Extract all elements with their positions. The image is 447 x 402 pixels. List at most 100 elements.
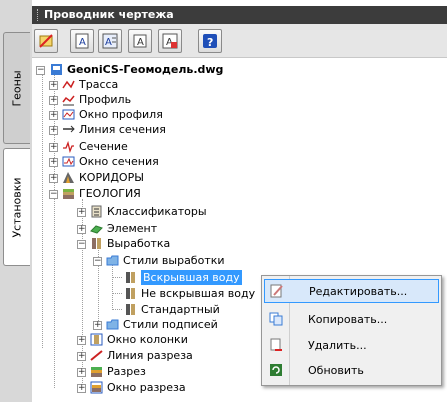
column-window-icon	[90, 333, 103, 346]
expander[interactable]: +	[49, 96, 58, 105]
tree-item-label: Окно колонки	[107, 333, 188, 346]
tab-geony-label: Геоны	[10, 69, 24, 107]
tree-item-klassifikatory[interactable]: Классификаторы	[90, 204, 207, 219]
edit-icon	[270, 284, 283, 298]
text-a-button[interactable]: A	[70, 29, 94, 53]
menu-item-copy[interactable]: Копировать...	[264, 307, 439, 331]
tab-ustanovki-label: Установки	[10, 176, 24, 238]
tree-item-stili-vyrabotki[interactable]: Стили выработки	[106, 253, 225, 268]
tree-item-stili-podpisey[interactable]: Стили подписей	[106, 317, 218, 332]
expander[interactable]: +	[49, 174, 58, 183]
expander[interactable]: +	[77, 384, 86, 393]
section-line-icon	[63, 125, 75, 133]
grip-handle[interactable]	[37, 9, 39, 21]
tree-item-label: Сечение	[79, 140, 128, 153]
tree-item-vskryvshaya[interactable]: Вскрывшая воду	[124, 270, 242, 285]
help-button[interactable]: ?	[198, 29, 222, 53]
styles-folder-icon	[106, 319, 119, 330]
menu-item-edit[interactable]: Редактировать...	[264, 279, 439, 303]
tree-item-vyrabotka[interactable]: Выработка	[90, 236, 170, 251]
tree-item-liniya-razreza[interactable]: Линия разреза	[90, 348, 193, 363]
tree-item-label: Разрез	[107, 365, 146, 378]
element-icon	[90, 225, 103, 234]
route-icon	[62, 80, 75, 89]
tree-root-label: GeoniCS-Геомодель.dwg	[67, 63, 224, 76]
tab-geony[interactable]: Геоны	[3, 32, 30, 144]
section-window-icon	[62, 156, 75, 167]
expander[interactable]: +	[49, 126, 58, 135]
tree-item-geologiya[interactable]: ГЕОЛОГИЯ	[62, 186, 141, 201]
menu-item-refresh-label: Обновить	[308, 363, 364, 377]
svg-text:A: A	[79, 37, 86, 48]
expander[interactable]: +	[77, 225, 86, 234]
menu-item-refresh[interactable]: Обновить	[264, 358, 439, 382]
tree-item-sechenie[interactable]: Сечение	[62, 139, 128, 154]
delete-text-icon	[39, 34, 53, 48]
tree-item-label: Окно профиля	[79, 108, 163, 121]
tree-item-label: Элемент	[107, 222, 158, 235]
context-menu: Редактировать... Копировать... Удалить..…	[261, 275, 442, 386]
corridor-icon	[63, 172, 74, 183]
cross-section-icon	[91, 367, 102, 377]
borehole-style-icon	[126, 304, 135, 315]
expander[interactable]: +	[77, 352, 86, 361]
text-a-outline-icon: A	[133, 34, 147, 48]
tree-item-liniya-secheniya[interactable]: Линия сечения	[62, 122, 166, 137]
tree-item-trassa[interactable]: Трасса	[62, 77, 118, 92]
expander[interactable]: −	[93, 257, 102, 266]
svg-text:?: ?	[207, 36, 213, 49]
expander[interactable]: +	[49, 143, 58, 152]
text-a-red-button[interactable]: A	[158, 29, 182, 53]
profile-window-icon	[62, 109, 75, 120]
expander[interactable]: +	[77, 208, 86, 217]
expander[interactable]: +	[49, 81, 58, 90]
tree-item-label: Выработка	[107, 237, 171, 250]
panel-title-bar[interactable]: Проводник чертежа	[32, 6, 447, 24]
tree-root[interactable]: GeoniCS-Геомодель.dwg	[50, 62, 223, 77]
expander[interactable]: +	[49, 111, 58, 120]
delete-text-button[interactable]	[34, 29, 58, 53]
cross-section-window-icon	[90, 381, 103, 394]
text-a-list-icon: A	[102, 33, 118, 49]
menu-item-delete[interactable]: Удалить...	[264, 333, 439, 357]
expander[interactable]: +	[77, 336, 86, 345]
tree-item-okno-kolonki[interactable]: Окно колонки	[90, 332, 188, 347]
text-a-outline-button[interactable]: A	[128, 29, 152, 53]
borehole-style-icon	[126, 272, 135, 283]
side-tab-strip: Геоны Установки	[0, 0, 32, 402]
tree-item-okno-razreza[interactable]: Окно разреза	[90, 380, 186, 395]
tree-item-label: Трасса	[79, 78, 119, 91]
tab-ustanovki[interactable]: Установки	[3, 148, 30, 266]
tree-item-label: Классификаторы	[107, 205, 207, 218]
tree-item-koridory[interactable]: КОРИДОРЫ	[62, 170, 144, 185]
menu-item-edit-label: Редактировать...	[309, 284, 408, 298]
tree-item-standartnyy[interactable]: Стандартный	[124, 302, 220, 317]
expander[interactable]: −	[36, 66, 45, 75]
text-a-red-icon: A	[162, 33, 178, 49]
tree-item-razrez[interactable]: Разрез	[90, 364, 146, 379]
copy-icon	[269, 312, 283, 326]
tree-item-okno-profilya[interactable]: Окно профиля	[62, 107, 163, 122]
cut-line-icon	[90, 350, 103, 361]
svg-text:A: A	[105, 37, 112, 48]
expander[interactable]: +	[77, 368, 86, 377]
classifier-icon	[91, 205, 102, 218]
tree-item-ne-vskryvshaya[interactable]: Не вскрывшая воду	[124, 286, 255, 301]
tree-item-profil[interactable]: Профиль	[62, 92, 131, 107]
tree-item-element[interactable]: Элемент	[90, 221, 157, 236]
text-a-icon: A	[75, 33, 89, 49]
expander[interactable]: −	[77, 240, 86, 249]
section-icon	[63, 140, 74, 153]
geology-icon	[63, 189, 74, 199]
menu-item-copy-label: Копировать...	[308, 312, 388, 326]
expander[interactable]: +	[93, 321, 102, 330]
tree-item-okno-secheniya[interactable]: Окно сечения	[62, 154, 159, 169]
tree-item-label: Окно разреза	[107, 381, 186, 394]
delete-icon	[270, 338, 282, 351]
tree-item-label: Линия сечения	[79, 123, 166, 136]
expander[interactable]: −	[49, 190, 58, 199]
text-a-list-button[interactable]: A	[98, 29, 122, 53]
tree-item-label: Окно сечения	[79, 155, 159, 168]
expander[interactable]: +	[49, 158, 58, 167]
tree-item-label: Вскрывшая воду	[141, 270, 242, 285]
